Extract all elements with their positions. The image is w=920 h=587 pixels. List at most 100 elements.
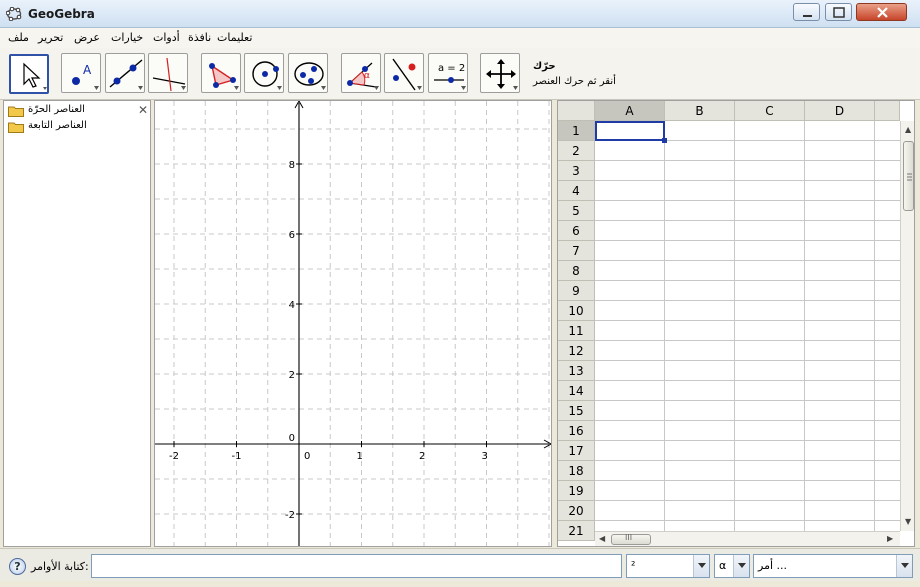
- folder-icon: [8, 122, 24, 133]
- move-graphics-view-icon: [486, 59, 518, 90]
- x-tick-label: 1: [357, 451, 363, 462]
- row-header[interactable]: 15: [558, 401, 595, 421]
- algebra-view[interactable]: ✕ العناصر الحرّة العناصر التابعة: [3, 100, 151, 547]
- scroll-down-icon[interactable]: ▼: [905, 517, 911, 526]
- spreadsheet-view[interactable]: ABCD 1 2 3 4 5 6 7 8 9 10 11 12 13 14 15 16 17 18 19 20 21 ▲…: [557, 100, 915, 547]
- title-bar: GeoGebra: [0, 0, 920, 28]
- menu-options[interactable]: خيارات: [111, 31, 143, 44]
- row-header[interactable]: 21: [558, 521, 595, 541]
- scroll-left-icon[interactable]: ◀: [599, 534, 605, 543]
- menu-bar: ملف تحرير عرض خيارات أدوات نافذة تعليمات: [0, 28, 920, 48]
- row-header[interactable]: 17: [558, 441, 595, 461]
- chevron-down-icon[interactable]: [733, 555, 749, 577]
- y-tick-label: 4: [289, 300, 295, 311]
- input-bar: ? كتابة الأوامر: ² α أمر ...: [0, 548, 920, 581]
- coordinate-plane[interactable]: -2 -1 0 1 2 3 8 6 4 2 0 -2: [155, 101, 551, 546]
- menu-edit[interactable]: تحرير: [38, 31, 63, 44]
- column-header-partial[interactable]: [875, 101, 900, 121]
- toolbar: A α a = 2: [0, 48, 920, 145]
- row-header[interactable]: 14: [558, 381, 595, 401]
- chevron-down-icon[interactable]: [896, 555, 912, 577]
- menu-file[interactable]: ملف: [8, 31, 29, 44]
- x-tick-label: -2: [169, 451, 179, 462]
- move-tool-button[interactable]: [9, 54, 49, 94]
- command-select[interactable]: أمر ...: [753, 554, 913, 578]
- column-header-c[interactable]: C: [735, 101, 805, 121]
- column-header-d[interactable]: D: [805, 101, 875, 121]
- angle-icon: α: [347, 62, 379, 90]
- vertical-scroll-thumb[interactable]: [903, 141, 914, 211]
- graphics-view[interactable]: -2 -1 0 1 2 3 8 6 4 2 0 -2: [154, 100, 552, 547]
- row-header[interactable]: 20: [558, 501, 595, 521]
- row-header[interactable]: 6: [558, 221, 595, 241]
- command-select-value: أمر ...: [758, 559, 788, 572]
- window-title: GeoGebra: [28, 7, 95, 21]
- y-tick-label: 0: [289, 433, 295, 444]
- slider-tool-button[interactable]: a = 2: [428, 53, 468, 93]
- input-label: كتابة الأوامر:: [31, 560, 89, 573]
- menu-help[interactable]: تعليمات: [217, 31, 252, 44]
- perpendicular-tool-button[interactable]: [148, 53, 188, 93]
- symbol-select-value: ²: [631, 559, 636, 572]
- tree-item-label: العناصر الحرّة: [28, 104, 85, 115]
- folder-icon: [8, 106, 24, 117]
- row-header[interactable]: 19: [558, 481, 595, 501]
- row-header[interactable]: 1: [558, 121, 595, 141]
- spreadsheet-corner[interactable]: [558, 101, 595, 121]
- row-header[interactable]: 3: [558, 161, 595, 181]
- column-header-b[interactable]: B: [665, 101, 735, 121]
- menu-view[interactable]: عرض: [74, 31, 100, 44]
- perpendicular-line-icon: [152, 57, 186, 92]
- scroll-up-icon[interactable]: ▲: [905, 125, 911, 134]
- greek-letter-select[interactable]: α: [714, 554, 750, 578]
- line-tool-button[interactable]: [105, 53, 145, 93]
- selected-cell-a1[interactable]: [595, 121, 665, 141]
- minimize-button[interactable]: [793, 3, 820, 21]
- cell-grid[interactable]: [595, 121, 900, 531]
- y-tick-label: 6: [289, 230, 295, 241]
- chevron-down-icon[interactable]: [693, 555, 709, 577]
- point-tool-button[interactable]: A: [61, 53, 101, 93]
- help-icon[interactable]: ?: [9, 558, 26, 575]
- angle-tool-button[interactable]: α: [341, 53, 381, 93]
- row-header[interactable]: 9: [558, 281, 595, 301]
- row-header[interactable]: 7: [558, 241, 595, 261]
- row-header[interactable]: 16: [558, 421, 595, 441]
- ellipse-icon: [294, 62, 326, 90]
- menu-window[interactable]: نافذة: [188, 31, 211, 44]
- row-header[interactable]: 13: [558, 361, 595, 381]
- active-tool-name: حرّك: [533, 61, 556, 72]
- x-tick-label: -1: [232, 451, 242, 462]
- fill-handle[interactable]: [662, 138, 667, 143]
- move-arrow-icon: [23, 62, 47, 90]
- maximize-button[interactable]: [825, 3, 852, 21]
- move-graphics-tool-button[interactable]: [480, 53, 520, 93]
- conic-tool-button[interactable]: [288, 53, 328, 93]
- vertical-scrollbar[interactable]: ▲ ▼: [900, 121, 914, 531]
- row-header[interactable]: 10: [558, 301, 595, 321]
- symbol-select[interactable]: ²: [626, 554, 710, 578]
- row-header[interactable]: 5: [558, 201, 595, 221]
- row-header[interactable]: 2: [558, 141, 595, 161]
- polygon-tool-button[interactable]: [201, 53, 241, 93]
- circle-tool-button[interactable]: [244, 53, 284, 93]
- close-view-icon[interactable]: ✕: [138, 103, 148, 117]
- row-header[interactable]: 12: [558, 341, 595, 361]
- row-header[interactable]: 8: [558, 261, 595, 281]
- row-header[interactable]: 18: [558, 461, 595, 481]
- reflect-tool-button[interactable]: [384, 53, 424, 93]
- row-header[interactable]: 11: [558, 321, 595, 341]
- circle-center-point-icon: [252, 61, 282, 90]
- point-icon: A: [72, 63, 99, 90]
- command-input[interactable]: [91, 554, 622, 578]
- menu-tools[interactable]: أدوات: [153, 31, 180, 44]
- horizontal-scroll-thumb[interactable]: III: [611, 533, 651, 545]
- svg-text:A: A: [83, 63, 92, 77]
- scroll-right-icon[interactable]: ▶: [887, 534, 893, 543]
- close-button[interactable]: [856, 3, 907, 21]
- geogebra-logo-icon: [6, 7, 22, 21]
- row-header[interactable]: 4: [558, 181, 595, 201]
- horizontal-scrollbar[interactable]: ◀ III ▶: [595, 531, 900, 546]
- column-header-a[interactable]: A: [595, 101, 665, 121]
- active-tool-help: أنقر ثم حرك العنصر: [533, 76, 616, 87]
